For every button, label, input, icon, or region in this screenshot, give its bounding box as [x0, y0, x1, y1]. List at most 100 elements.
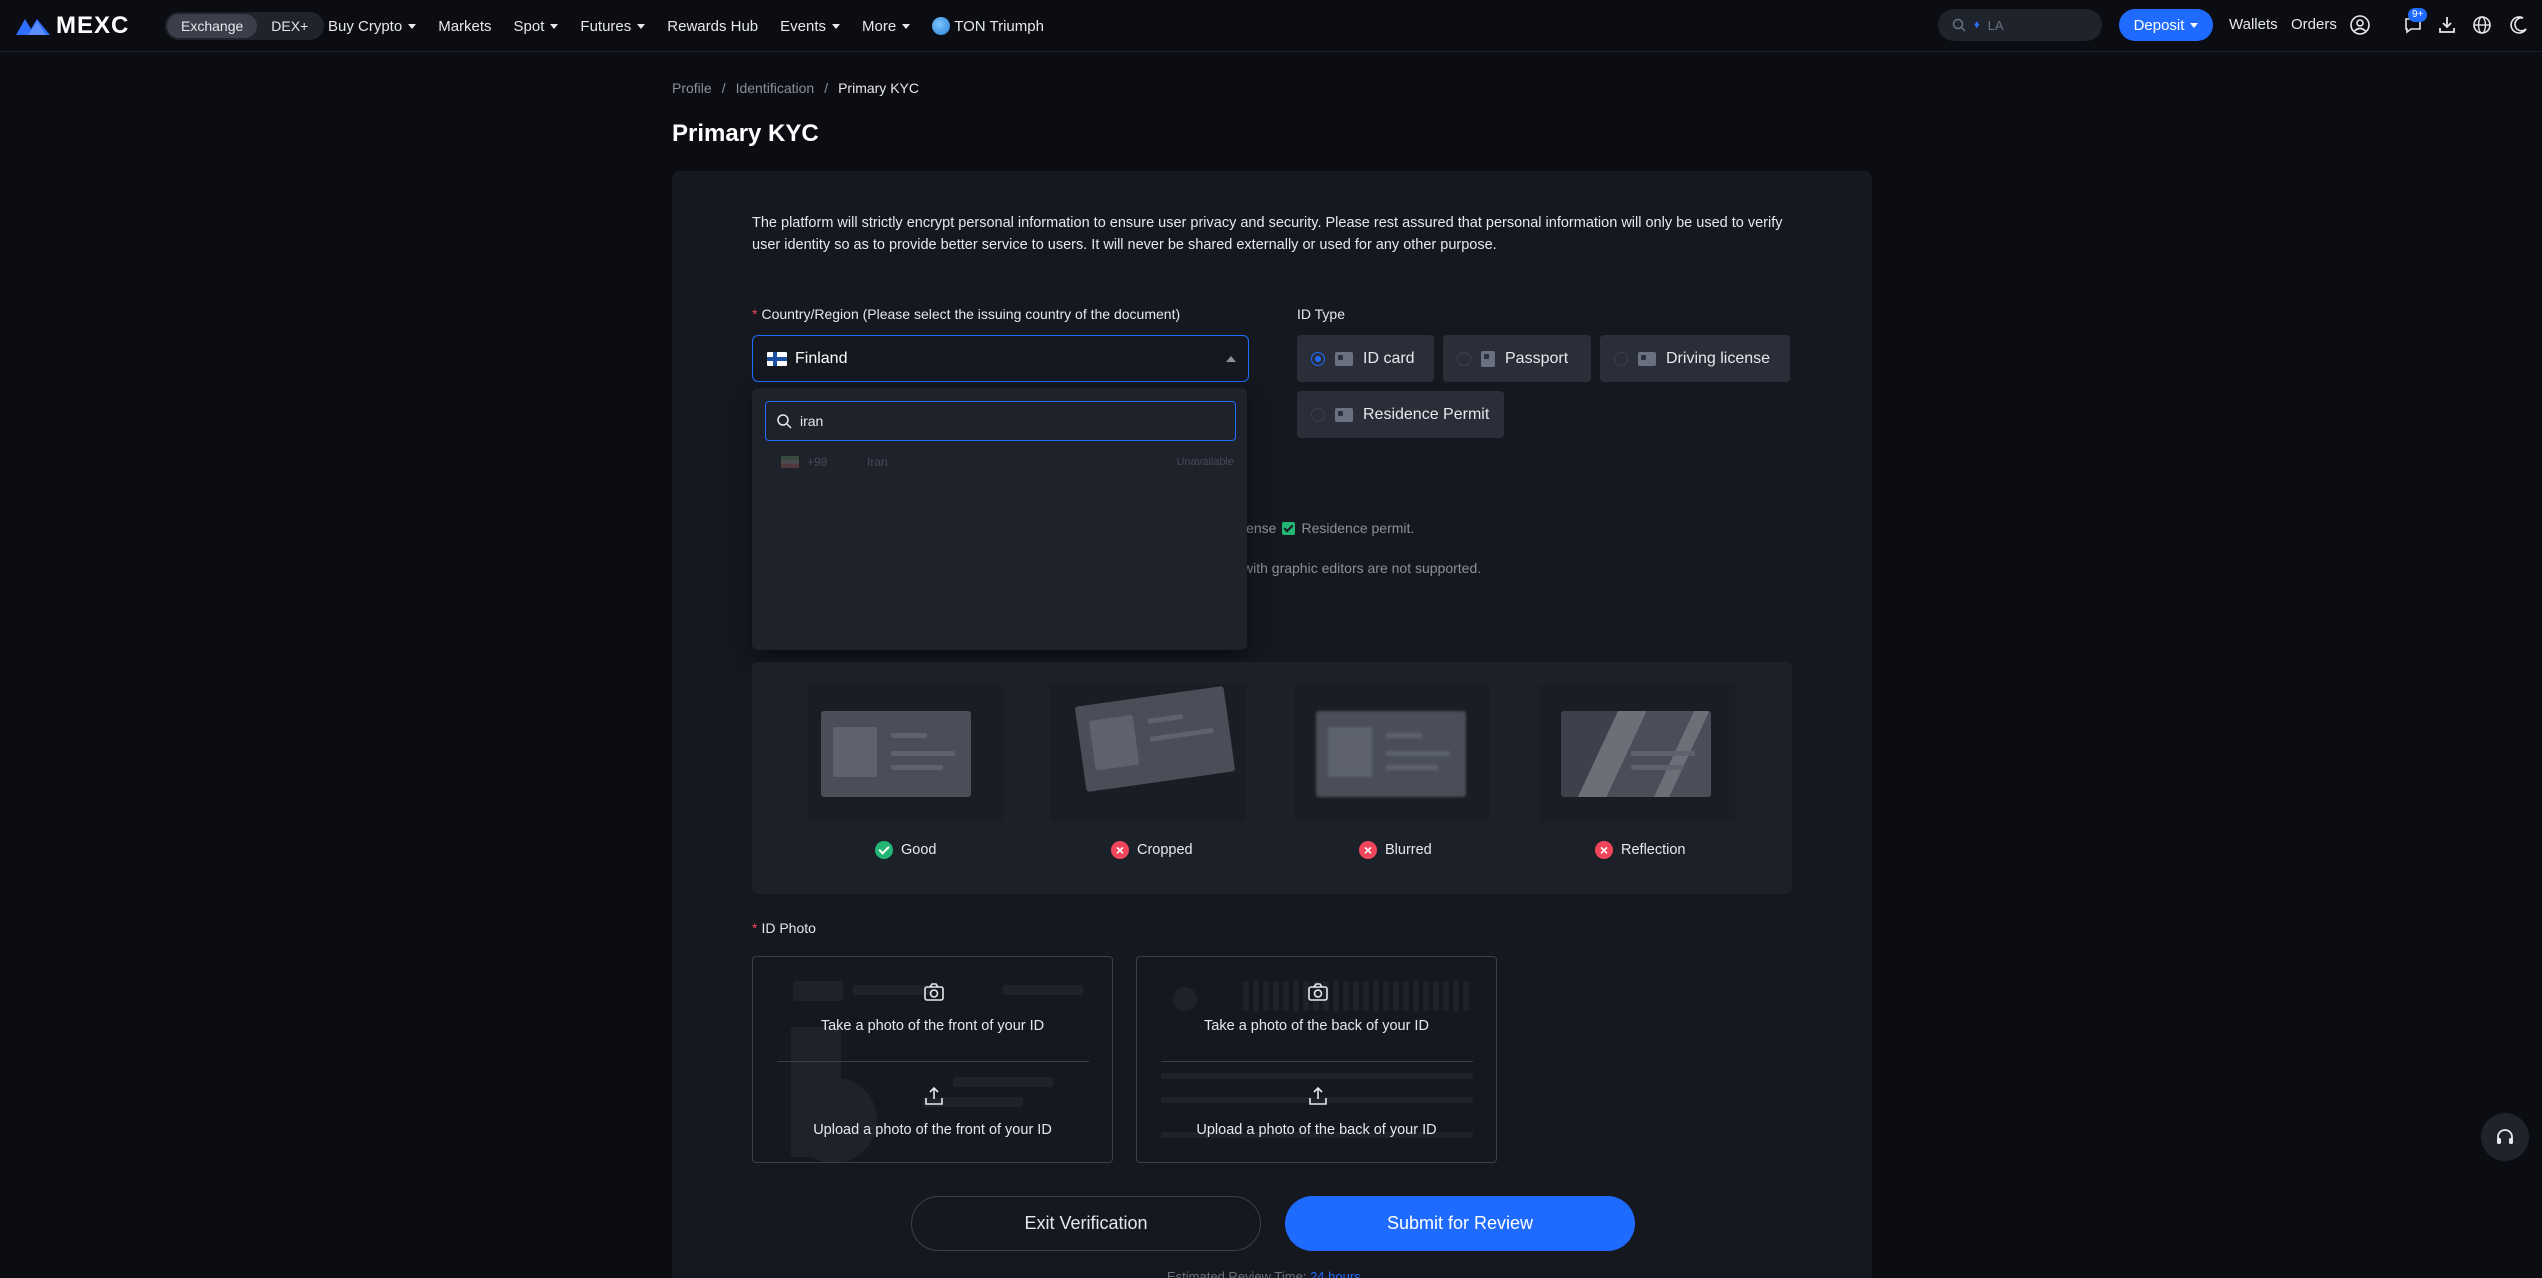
deposit-button[interactable]: Deposit — [2119, 9, 2213, 41]
back-id-placeholder-shape — [1161, 1073, 1473, 1079]
example-good-image — [807, 684, 1003, 822]
chevron-down-icon — [2190, 22, 2199, 28]
tab-exchange[interactable]: Exchange — [167, 14, 258, 38]
deposit-label: Deposit — [2133, 16, 2185, 34]
id-photo-label: * ID Photo — [752, 920, 816, 936]
id-type-passport[interactable]: Passport — [1443, 335, 1591, 382]
dark-mode-moon-icon[interactable] — [2508, 14, 2530, 36]
country-select-value: Finland — [795, 349, 848, 367]
submit-for-review-button[interactable]: Submit for Review — [1285, 1196, 1635, 1251]
nav-more[interactable]: More — [862, 17, 911, 35]
example-blurred-text: Blurred — [1385, 842, 1432, 858]
divider — [1161, 1061, 1473, 1062]
upload-icon[interactable] — [1307, 1085, 1329, 1107]
orders-link[interactable]: Orders — [2291, 16, 2337, 33]
country-select[interactable]: Finland — [752, 335, 1249, 382]
id-type-driving-license[interactable]: Driving license — [1600, 335, 1790, 382]
example-reflection-image — [1539, 684, 1735, 822]
chevron-up-icon — [1226, 356, 1236, 362]
camera-icon[interactable] — [1307, 981, 1329, 1003]
chevron-down-icon — [832, 23, 840, 29]
id-card-line — [1386, 765, 1438, 770]
breadcrumb-profile[interactable]: Profile — [672, 80, 712, 96]
take-front-photo-link[interactable]: Take a photo of the front of your ID — [753, 1018, 1112, 1034]
requirement-line-1: icense Residence permit. — [1236, 520, 1414, 536]
finland-flag-icon — [767, 351, 787, 366]
upload-back-photo-link[interactable]: Upload a photo of the back of your ID — [1137, 1122, 1496, 1138]
id-card-line — [1149, 727, 1214, 742]
id-type-id-card-label: ID card — [1363, 349, 1415, 367]
country-option-code: +98 — [807, 455, 828, 469]
radio-unselected — [1311, 407, 1325, 422]
id-card-line — [1386, 751, 1450, 756]
nav-rewards-hub-label: Rewards Hub — [667, 17, 759, 35]
user-profile-icon[interactable] — [2349, 14, 2371, 36]
wallets-link[interactable]: Wallets — [2229, 16, 2278, 33]
example-blurred-label: × Blurred — [1359, 841, 1432, 859]
nav-ton-triumph[interactable]: TON Triumph — [932, 17, 1044, 35]
nav-markets[interactable]: Markets — [438, 18, 491, 35]
download-icon[interactable] — [2436, 14, 2458, 36]
check-circle-icon — [875, 841, 893, 859]
search-input[interactable]: ♦ LA — [1938, 9, 2102, 41]
page-title: Primary KYC — [672, 120, 819, 147]
id-type-driving-license-label: Driving license — [1666, 349, 1771, 367]
estimated-review-time-label: Estimated Review Time: — [1167, 1269, 1307, 1278]
nav-markets-label: Markets — [438, 17, 492, 35]
radio-unselected — [1457, 351, 1471, 366]
back-id-upload: Take a photo of the back of your ID Uplo… — [1136, 956, 1497, 1163]
country-option-status: Unavailable — [1176, 456, 1234, 468]
radio-unselected — [1614, 351, 1628, 366]
mexc-logo[interactable]: MEXC — [16, 12, 129, 40]
nav-more-label: More — [862, 17, 897, 35]
example-cropped-image — [1050, 684, 1246, 822]
ton-icon — [932, 17, 951, 35]
upload-icon[interactable] — [923, 1085, 945, 1107]
example-reflection-label: × Reflection — [1595, 841, 1685, 859]
country-search-input[interactable]: iran — [765, 401, 1236, 441]
search-placeholder: LA — [1987, 17, 2004, 33]
mexc-logo-icon — [16, 19, 50, 35]
passport-icon — [1481, 350, 1495, 367]
example-good-text: Good — [901, 842, 937, 858]
id-card-photo — [833, 727, 877, 777]
breadcrumb-separator: / — [824, 80, 829, 96]
id-type-id-card[interactable]: ID card — [1297, 335, 1434, 382]
privacy-notice: The platform will strictly encrypt perso… — [752, 215, 1783, 253]
front-id-upload: Take a photo of the front of your ID Upl… — [752, 956, 1113, 1163]
requirement-line-1-end: Residence permit. — [1301, 520, 1415, 536]
checkbox-checked-icon — [1282, 522, 1296, 535]
exit-verification-button[interactable]: Exit Verification — [911, 1196, 1261, 1251]
nav-futures-label: Futures — [580, 17, 632, 35]
nav-spot[interactable]: Spot — [514, 18, 559, 35]
id-card-illustration — [821, 711, 971, 797]
front-id-placeholder-shape — [1003, 985, 1083, 995]
id-card-line — [1386, 733, 1422, 738]
photo-examples-panel: Good × Cropped × Blurred × Reflection — [752, 662, 1792, 894]
id-card-illustration — [1074, 685, 1236, 793]
estimated-review-time-value: 24 hours — [1310, 1269, 1361, 1278]
breadcrumb-separator: / — [721, 80, 726, 96]
front-id-placeholder-shape — [953, 1077, 1053, 1087]
id-photo-label-text: ID Photo — [761, 920, 816, 936]
tab-dex[interactable]: DEX+ — [257, 14, 322, 38]
take-back-photo-link[interactable]: Take a photo of the back of your ID — [1137, 1018, 1496, 1034]
required-marker: * — [752, 920, 758, 936]
nav-rewards-hub[interactable]: Rewards Hub — [667, 18, 758, 35]
language-globe-icon[interactable] — [2471, 14, 2493, 36]
nav-events[interactable]: Events — [780, 18, 840, 35]
nav-buy-crypto[interactable]: Buy Crypto — [328, 18, 417, 35]
error-circle-icon: × — [1111, 841, 1129, 859]
id-card-line — [891, 765, 943, 770]
nav-futures[interactable]: Futures — [580, 17, 646, 35]
id-type-label: ID Type — [1297, 306, 1345, 322]
id-type-residence-permit[interactable]: Residence Permit — [1297, 391, 1504, 438]
example-blurred-image — [1294, 684, 1490, 822]
country-option-name: Iran — [867, 455, 888, 469]
divider — [777, 1061, 1089, 1062]
customer-support-button[interactable] — [2481, 1113, 2529, 1161]
breadcrumb-identification[interactable]: Identification — [736, 80, 815, 96]
country-search-value: iran — [800, 413, 824, 429]
camera-icon[interactable] — [923, 981, 945, 1003]
upload-front-photo-link[interactable]: Upload a photo of the front of your ID — [753, 1122, 1112, 1138]
